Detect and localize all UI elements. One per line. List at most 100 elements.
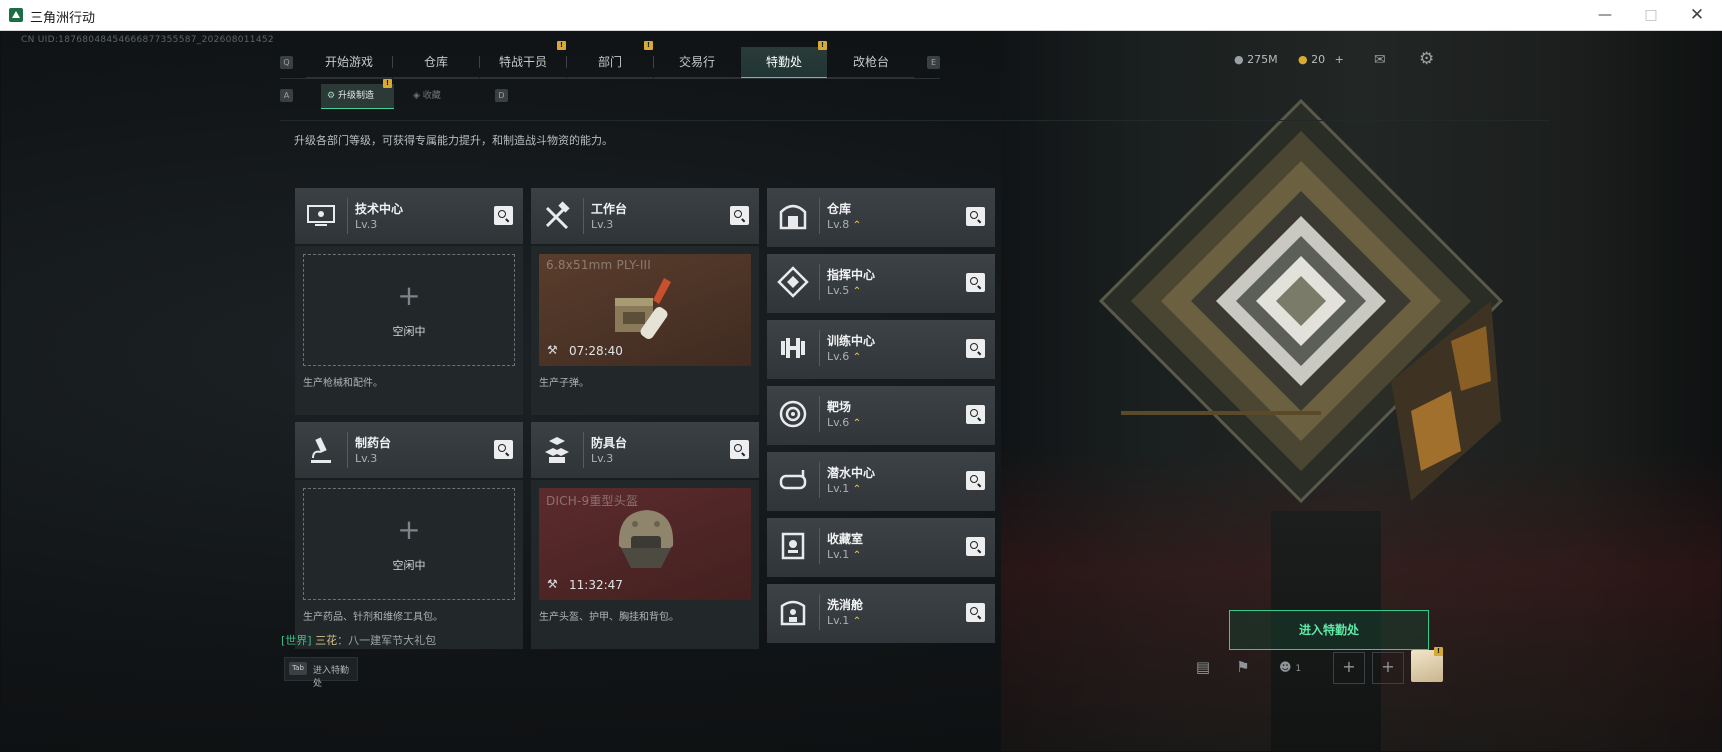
search-icon[interactable] xyxy=(966,405,985,424)
workshop-header[interactable]: 防具台 Lv.3 xyxy=(531,422,759,478)
tab-trading[interactable]: 交易行 xyxy=(654,47,740,78)
workshop-level: Lv.3 xyxy=(355,452,378,465)
department-range[interactable]: 靶场 Lv.6 ⌃ xyxy=(767,386,995,445)
tab-key-hint[interactable]: Tab 进入特勤处 xyxy=(284,657,358,689)
workshop-name: 技术中心 xyxy=(355,202,404,216)
add-slot-icon[interactable]: + xyxy=(1333,652,1365,684)
production-slot[interactable]: 6.8x51mm PLY-III ⚒ 07:28:40 xyxy=(539,254,751,366)
workshop-body: + 空闲中 生产枪械和配件。 xyxy=(295,246,523,415)
workshop-card-tech-center: 技术中心 Lv.3 + 空闲中 生产枪械和配件。 xyxy=(295,188,523,415)
search-icon[interactable] xyxy=(730,206,749,225)
tab-departments[interactable]: 部门 xyxy=(567,47,653,78)
wrench-timer-icon: ⚒ xyxy=(547,577,558,591)
mail-icon[interactable]: ✉ xyxy=(1374,52,1386,68)
header-divider xyxy=(280,120,1550,121)
chat-channel: [世界] xyxy=(281,634,312,647)
department-level: Lv.6 ⌃ xyxy=(827,350,862,363)
level-up-icon: ⌃ xyxy=(852,616,862,627)
subtab-collection[interactable]: ◈ 收藏 xyxy=(407,84,467,108)
department-level: Lv.1 ⌃ xyxy=(827,614,862,627)
header-separator xyxy=(819,198,820,234)
department-collection-room[interactable]: 收藏室 Lv.1 ⌃ xyxy=(767,518,995,577)
tab-special-ops[interactable]: 特勤处 xyxy=(741,47,827,79)
workshop-header[interactable]: 技术中心 Lv.3 xyxy=(295,188,523,244)
subtab-upgrade-badge: ! xyxy=(383,79,392,88)
department-command[interactable]: 指挥中心 Lv.5 ⌃ xyxy=(767,254,995,313)
tab-operators-badge: ! xyxy=(557,41,566,50)
workshop-name: 工作台 xyxy=(591,202,628,216)
user-uid: CN UID:18768048454666877355587_202608011… xyxy=(21,35,274,45)
add-slot-icon[interactable]: + xyxy=(1372,652,1404,684)
idle-status: 空闲中 xyxy=(392,559,426,572)
tab-special-ops-badge: ! xyxy=(818,41,827,50)
friends-count: 1 xyxy=(1295,664,1302,674)
level-up-icon: ⌃ xyxy=(852,220,862,231)
friends-button[interactable]: ☻ 1 xyxy=(1279,652,1319,682)
settings-gear-icon[interactable]: ⚙ xyxy=(1419,49,1434,69)
workshop-level: Lv.3 xyxy=(355,218,378,231)
department-name: 靶场 xyxy=(827,400,852,414)
header-separator xyxy=(819,528,820,564)
department-diving[interactable]: 潜水中心 Lv.1 ⌃ xyxy=(767,452,995,511)
search-icon[interactable] xyxy=(966,537,985,556)
close-icon[interactable]: ✕ xyxy=(1674,0,1720,30)
workshop-body: DICH-9重型头盔 ⚒ 11:32:47 生产头盔、护甲、胸挂和背包。 xyxy=(531,480,759,649)
tab-warehouse[interactable]: 仓库 xyxy=(393,47,479,78)
search-icon[interactable] xyxy=(966,207,985,226)
subtabs-right-key-hint: D xyxy=(495,89,508,102)
workshop-body: + 空闲中 生产药品、针剂和维修工具包。 xyxy=(295,480,523,649)
production-timer: 07:28:40 xyxy=(569,344,623,358)
search-icon[interactable] xyxy=(966,273,985,292)
stats-chart-icon[interactable]: ▤ xyxy=(1188,652,1218,682)
search-icon[interactable] xyxy=(494,440,513,459)
search-icon[interactable] xyxy=(966,339,985,358)
level-up-icon: ⌃ xyxy=(852,286,862,297)
target-icon xyxy=(779,400,807,428)
search-icon[interactable] xyxy=(966,471,985,490)
decon-icon xyxy=(780,600,806,626)
department-name: 潜水中心 xyxy=(827,466,876,480)
department-training[interactable]: 训练中心 Lv.6 ⌃ xyxy=(767,320,995,379)
department-warehouse[interactable]: 仓库 Lv.8 ⌃ xyxy=(767,188,995,247)
helmet-image xyxy=(618,510,674,568)
workshop-card-pharmacy: 制药台 Lv.3 + 空闲中 生产药品、针剂和维修工具包。 xyxy=(295,422,523,649)
ammo-box-image xyxy=(615,278,671,339)
wrench-timer-icon: ⚒ xyxy=(547,343,558,357)
level-up-icon: ⌃ xyxy=(852,418,862,429)
idle-slot[interactable]: + 空闲中 xyxy=(303,254,515,366)
tab-operators[interactable]: 特战干员 xyxy=(480,47,566,78)
department-level: Lv.1 ⌃ xyxy=(827,548,862,561)
workshop-header[interactable]: 制药台 Lv.3 xyxy=(295,422,523,478)
header-separator xyxy=(819,330,820,366)
idle-status: 空闲中 xyxy=(392,325,426,338)
level-up-icon: ⌃ xyxy=(852,484,862,495)
tab-gunsmith[interactable]: 改枪台 xyxy=(828,47,914,78)
search-icon[interactable] xyxy=(966,603,985,622)
enter-special-ops-button[interactable]: 进入特勤处 xyxy=(1229,610,1429,650)
header-separator xyxy=(819,396,820,432)
minimize-icon[interactable]: — xyxy=(1582,0,1628,30)
workshop-header[interactable]: 工作台 Lv.3 xyxy=(531,188,759,244)
collection-icon xyxy=(781,532,805,560)
workshop-card-armor: 防具台 Lv.3 DICH-9重型头盔 ⚒ 11:32:47 生产头盔、护甲、胸… xyxy=(531,422,759,649)
maximize-icon[interactable]: □ xyxy=(1628,0,1674,30)
flag-icon[interactable]: ⚑ xyxy=(1228,652,1258,682)
production-slot[interactable]: DICH-9重型头盔 ⚒ 11:32:47 xyxy=(539,488,751,600)
search-icon[interactable] xyxy=(494,206,513,225)
add-production-icon: + xyxy=(397,513,421,546)
search-icon[interactable] xyxy=(730,440,749,459)
department-level: Lv.8 ⌃ xyxy=(827,218,862,231)
idle-slot[interactable]: + 空闲中 xyxy=(303,488,515,600)
tab-start-game[interactable]: 开始游戏 xyxy=(306,47,392,78)
add-currency-button[interactable]: + xyxy=(1335,53,1344,66)
window-titlebar: 三角洲行动 — □ ✕ xyxy=(0,0,1722,31)
workshop-level: Lv.3 xyxy=(591,452,614,465)
department-list: 仓库 Lv.8 ⌃ 指挥中心 Lv.5 ⌃ 训练中心 Lv.6 ⌃ 靶场 Lv.… xyxy=(767,188,995,648)
department-decontamination[interactable]: 洗消舱 Lv.1 ⌃ xyxy=(767,584,995,643)
workshop-name: 防具台 xyxy=(591,436,628,450)
chat-line[interactable]: [世界] 三花：八一建军节大礼包 xyxy=(281,632,436,648)
avatar-badge: ! xyxy=(1434,647,1443,656)
game-viewport: CN UID:18768048454666877355587_202608011… xyxy=(1,31,1721,751)
header-separator xyxy=(347,198,348,234)
header-separator xyxy=(583,432,584,468)
